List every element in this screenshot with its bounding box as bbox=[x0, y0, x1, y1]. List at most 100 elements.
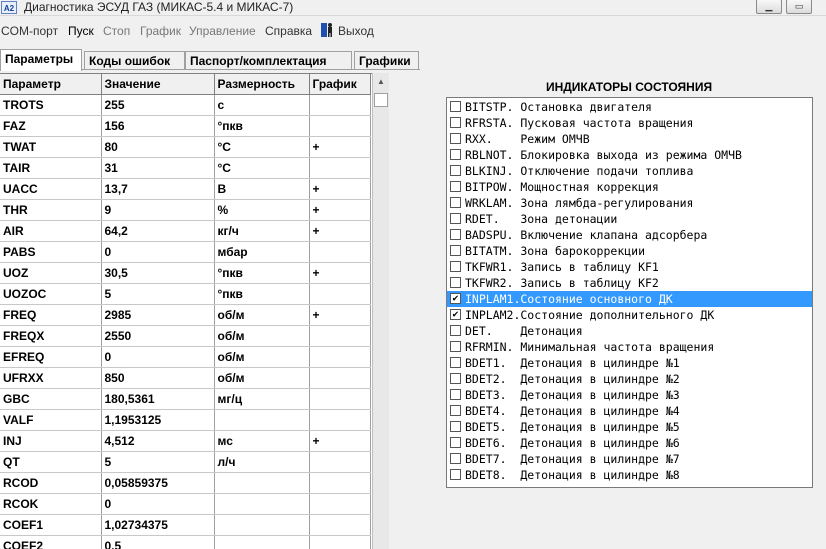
cell-name[interactable]: VALF bbox=[0, 409, 102, 431]
cell-unit[interactable]: c bbox=[214, 94, 310, 116]
cell-unit[interactable]: кг/ч bbox=[214, 220, 310, 242]
indicator-item[interactable]: BDET3. Детонация в цилиндре №3 bbox=[447, 387, 812, 403]
indicator-item[interactable]: BDET8. Детонация в цилиндре №8 bbox=[447, 467, 812, 483]
table-row[interactable]: FAZ 156 °пкв bbox=[0, 115, 371, 137]
cell-value[interactable]: 5 bbox=[101, 283, 215, 305]
cell-unit[interactable]: % bbox=[214, 199, 310, 221]
table-row[interactable]: UOZ 30,5 °пкв + bbox=[0, 262, 371, 284]
indicator-item[interactable]: RFRMIN. Минимальная частота вращения bbox=[447, 339, 812, 355]
cell-value[interactable]: 0 bbox=[101, 493, 215, 515]
indicator-checkbox[interactable] bbox=[450, 165, 461, 176]
indicator-checkbox[interactable] bbox=[450, 213, 461, 224]
indicator-item[interactable]: BITATM. Зона барокоррекции bbox=[447, 243, 812, 259]
indicator-checkbox[interactable] bbox=[450, 277, 461, 288]
table-row[interactable]: UFRXX 850 об/м bbox=[0, 367, 371, 389]
cell-unit[interactable]: °пкв bbox=[214, 262, 310, 284]
cell-value[interactable]: 30,5 bbox=[101, 262, 215, 284]
menu-start[interactable]: Пуск bbox=[68, 23, 94, 39]
indicator-item[interactable]: RXX. Режим ОМЧВ bbox=[447, 131, 812, 147]
indicator-checkbox[interactable] bbox=[450, 101, 461, 112]
minimize-button[interactable]: ▁ bbox=[756, 0, 782, 14]
cell-name[interactable]: UACC bbox=[0, 178, 102, 200]
column-header-graph[interactable]: График bbox=[309, 74, 371, 95]
indicator-item[interactable]: BITSTP. Остановка двигателя bbox=[447, 99, 812, 115]
tab-graphs[interactable]: Графики bbox=[354, 51, 419, 70]
cell-unit[interactable]: мбар bbox=[214, 241, 310, 263]
cell-graph[interactable] bbox=[309, 94, 371, 116]
indicator-item[interactable]: BADSPU. Включение клапана адсорбера bbox=[447, 227, 812, 243]
cell-name[interactable]: THR bbox=[0, 199, 102, 221]
table-row[interactable]: GBC 180,5361 мг/ц bbox=[0, 388, 371, 410]
cell-name[interactable]: COEF1 bbox=[0, 514, 102, 536]
cell-value[interactable]: 850 bbox=[101, 367, 215, 389]
cell-value[interactable]: 0,5 bbox=[101, 535, 215, 549]
indicator-item[interactable]: BITPOW. Мощностная коррекция bbox=[447, 179, 812, 195]
cell-graph[interactable] bbox=[309, 367, 371, 389]
cell-name[interactable]: AIR bbox=[0, 220, 102, 242]
indicator-checkbox[interactable] bbox=[450, 197, 461, 208]
cell-graph[interactable]: + bbox=[309, 262, 371, 284]
cell-name[interactable]: TWAT bbox=[0, 136, 102, 158]
cell-graph[interactable]: + bbox=[309, 304, 371, 326]
indicator-item[interactable]: BLKINJ. Отключение подачи топлива bbox=[447, 163, 812, 179]
scroll-thumb[interactable] bbox=[374, 93, 388, 107]
cell-value[interactable]: 9 bbox=[101, 199, 215, 221]
indicator-checkbox[interactable] bbox=[450, 389, 461, 400]
table-row[interactable]: THR 9% + bbox=[0, 199, 371, 221]
cell-graph[interactable]: + bbox=[309, 178, 371, 200]
cell-value[interactable]: 180,5361 bbox=[101, 388, 215, 410]
cell-graph[interactable] bbox=[309, 493, 371, 515]
table-row[interactable]: COEF1 1,02734375 bbox=[0, 514, 371, 536]
indicator-checkbox[interactable] bbox=[450, 373, 461, 384]
cell-graph[interactable] bbox=[309, 472, 371, 494]
cell-graph[interactable] bbox=[309, 451, 371, 473]
tab-error-codes[interactable]: Коды ошибок bbox=[84, 51, 185, 70]
indicator-checkbox[interactable]: ✔ bbox=[450, 309, 461, 320]
cell-value[interactable]: 5 bbox=[101, 451, 215, 473]
cell-value[interactable]: 1,1953125 bbox=[101, 409, 215, 431]
cell-graph[interactable]: + bbox=[309, 136, 371, 158]
cell-graph[interactable]: + bbox=[309, 199, 371, 221]
cell-unit[interactable] bbox=[214, 472, 310, 494]
cell-name[interactable]: INJ bbox=[0, 430, 102, 452]
table-row[interactable]: EFREQ 0 об/м bbox=[0, 346, 371, 368]
cell-unit[interactable] bbox=[214, 535, 310, 549]
cell-graph[interactable] bbox=[309, 325, 371, 347]
menu-graph[interactable]: График bbox=[140, 23, 181, 39]
cell-unit[interactable]: л/ч bbox=[214, 451, 310, 473]
exit-person-icon[interactable] bbox=[320, 22, 334, 38]
cell-name[interactable]: RCOK bbox=[0, 493, 102, 515]
cell-unit[interactable]: мг/ц bbox=[214, 388, 310, 410]
cell-unit[interactable]: °пкв bbox=[214, 283, 310, 305]
indicator-item[interactable]: WRKLAM. Зона лямбда-регулирования bbox=[447, 195, 812, 211]
indicator-checkbox[interactable] bbox=[450, 341, 461, 352]
indicator-item[interactable]: RFRSTA. Пусковая частота вращения bbox=[447, 115, 812, 131]
cell-graph[interactable] bbox=[309, 514, 371, 536]
cell-name[interactable]: FREQX bbox=[0, 325, 102, 347]
table-row[interactable]: TWAT 80 °C + bbox=[0, 136, 371, 158]
cell-value[interactable]: 31 bbox=[101, 157, 215, 179]
table-row[interactable]: COEF2 0,5 bbox=[0, 535, 371, 549]
indicator-item[interactable]: DET. Детонация bbox=[447, 323, 812, 339]
indicator-checkbox[interactable] bbox=[450, 357, 461, 368]
indicator-item[interactable]: BDET6. Детонация в цилиндре №6 bbox=[447, 435, 812, 451]
indicator-item[interactable]: BDET7. Детонация в цилиндре №7 bbox=[447, 451, 812, 467]
indicator-item[interactable]: BDET4. Детонация в цилиндре №4 bbox=[447, 403, 812, 419]
indicator-checkbox[interactable] bbox=[450, 133, 461, 144]
indicator-checkbox[interactable] bbox=[450, 325, 461, 336]
cell-graph[interactable] bbox=[309, 346, 371, 368]
cell-graph[interactable] bbox=[309, 283, 371, 305]
cell-name[interactable]: RCOD bbox=[0, 472, 102, 494]
indicator-item[interactable]: ✔ INPLAM1.Состояние основного ДК bbox=[447, 291, 812, 307]
indicator-checkbox[interactable]: ✔ bbox=[450, 293, 461, 304]
table-row[interactable]: INJ 4,512 мс + bbox=[0, 430, 371, 452]
menu-exit[interactable]: Выход bbox=[338, 23, 374, 39]
cell-value[interactable]: 0,05859375 bbox=[101, 472, 215, 494]
cell-unit[interactable]: °C bbox=[214, 136, 310, 158]
cell-value[interactable]: 0 bbox=[101, 241, 215, 263]
indicator-item[interactable]: TKFWR1. Запись в таблицу KF1 bbox=[447, 259, 812, 275]
indicator-item[interactable]: BDET1. Детонация в цилиндре №1 bbox=[447, 355, 812, 371]
indicator-checkbox[interactable] bbox=[450, 245, 461, 256]
cell-value[interactable]: 64,2 bbox=[101, 220, 215, 242]
menu-help[interactable]: Справка bbox=[265, 23, 312, 39]
